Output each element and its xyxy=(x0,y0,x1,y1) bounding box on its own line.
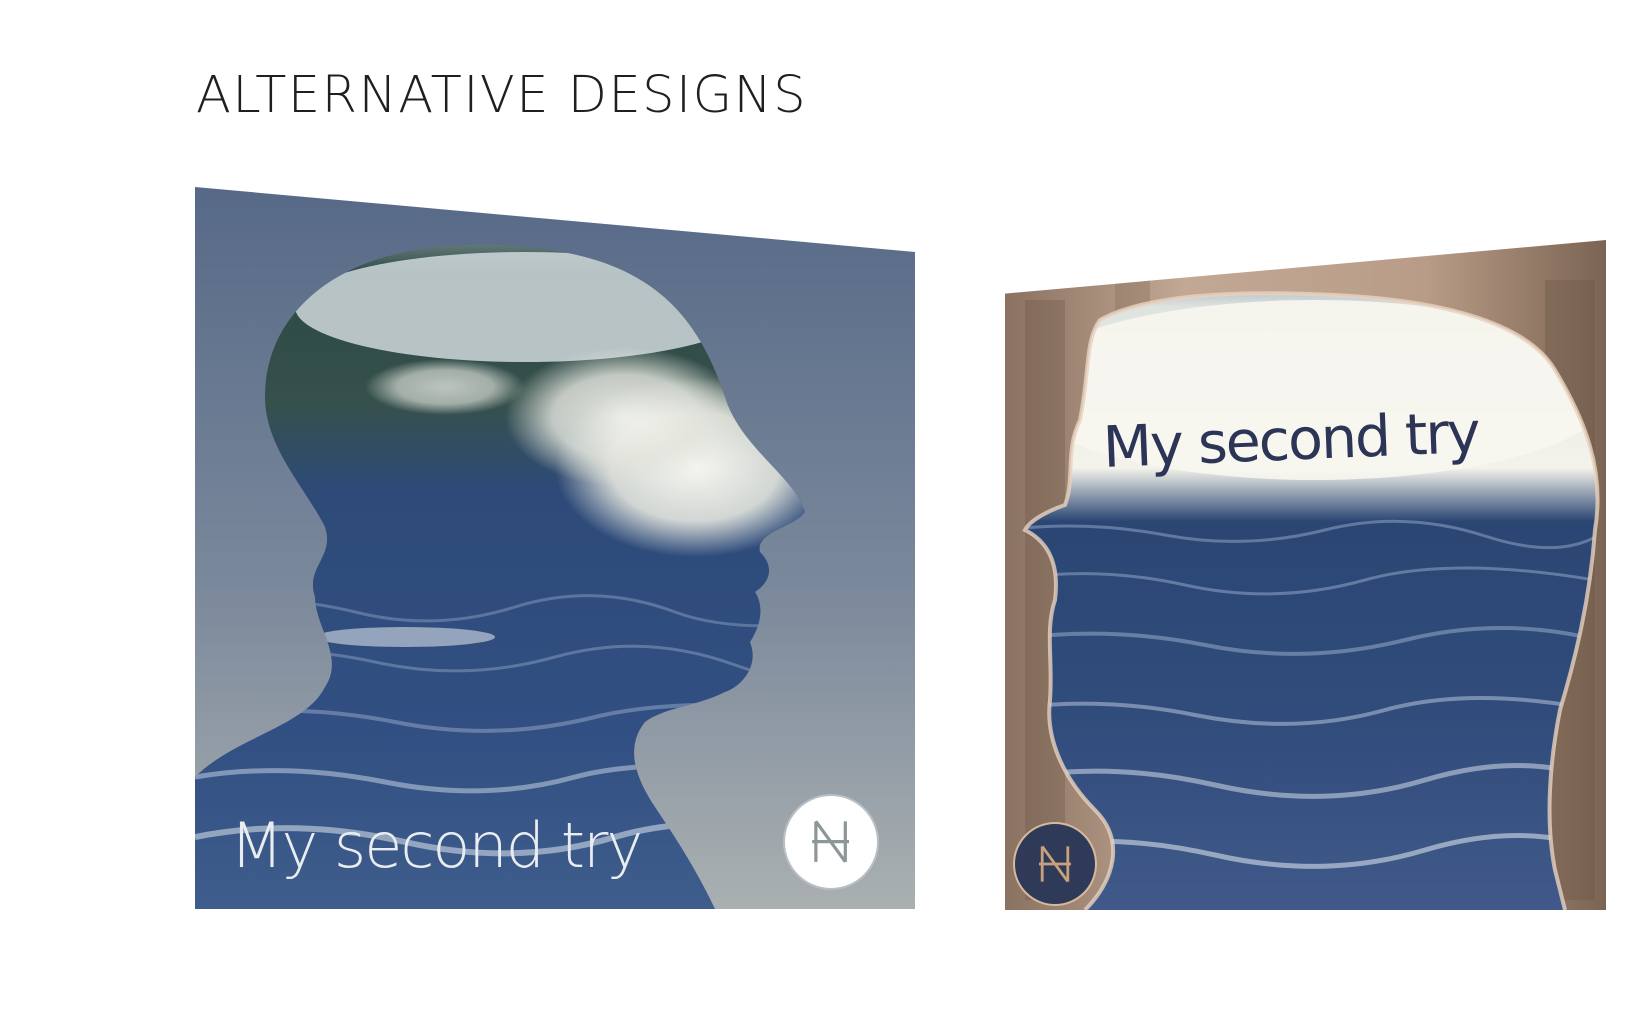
design-2-logo xyxy=(1013,822,1097,906)
monogram-icon xyxy=(1039,845,1071,883)
design-card-2[interactable]: My second try xyxy=(1005,240,1606,910)
design-2-artwork xyxy=(1005,240,1606,910)
monogram-icon xyxy=(812,820,850,864)
design-card-1[interactable]: My second try xyxy=(195,187,915,909)
page-heading: ALTERNATIVE DESIGNS xyxy=(196,66,808,125)
design-2-title: My second try xyxy=(1101,399,1480,481)
page: ALTERNATIVE DESIGNS My second try My sec… xyxy=(0,0,1646,1015)
design-1-logo xyxy=(783,794,879,890)
design-1-title: My second try xyxy=(230,809,643,882)
